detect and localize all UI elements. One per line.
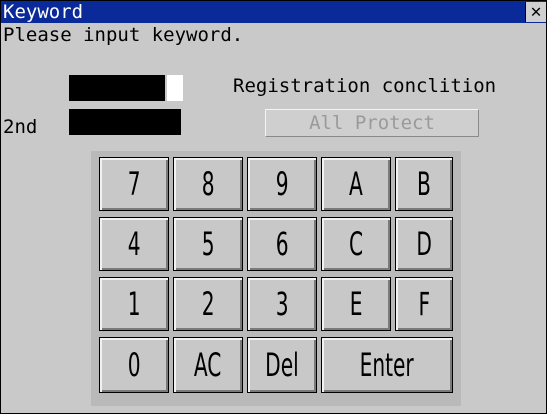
- key-9[interactable]: 9: [247, 157, 317, 211]
- prompt-text: Please input keyword.: [3, 24, 244, 46]
- key-c[interactable]: C: [321, 217, 391, 271]
- keyword-dialog: Keyword ✕ Please input keyword. Registra…: [0, 0, 547, 414]
- key-7[interactable]: 7: [99, 157, 169, 211]
- close-icon: ✕: [530, 1, 542, 22]
- keyword-input[interactable]: [69, 75, 165, 101]
- second-keyword-input[interactable]: [69, 109, 181, 135]
- key-a[interactable]: A: [321, 157, 391, 211]
- key-6[interactable]: 6: [247, 217, 317, 271]
- key-delete[interactable]: Del: [247, 337, 317, 393]
- key-enter[interactable]: Enter: [321, 337, 453, 393]
- close-button[interactable]: ✕: [525, 2, 546, 22]
- key-8[interactable]: 8: [173, 157, 243, 211]
- title-bar: Keyword ✕: [1, 1, 546, 23]
- key-e[interactable]: E: [321, 277, 391, 331]
- key-f[interactable]: F: [395, 277, 453, 331]
- keypad: 7 8 9 A B 4 5 6 C D 1 2 3 E F 0 AC Del E…: [91, 151, 461, 406]
- input-cursor: [167, 75, 183, 101]
- key-2[interactable]: 2: [173, 277, 243, 331]
- key-5[interactable]: 5: [173, 217, 243, 271]
- key-d[interactable]: D: [395, 217, 453, 271]
- all-protect-button[interactable]: All Protect: [265, 109, 479, 137]
- dialog-title: Keyword: [3, 1, 84, 23]
- key-0[interactable]: 0: [99, 337, 169, 393]
- key-b[interactable]: B: [395, 157, 453, 211]
- second-keyword-label: 2nd: [3, 116, 38, 138]
- key-3[interactable]: 3: [247, 277, 317, 331]
- key-1[interactable]: 1: [99, 277, 169, 331]
- key-4[interactable]: 4: [99, 217, 169, 271]
- registration-condition-label: Registration conclition: [233, 75, 497, 97]
- key-all-clear[interactable]: AC: [173, 337, 243, 393]
